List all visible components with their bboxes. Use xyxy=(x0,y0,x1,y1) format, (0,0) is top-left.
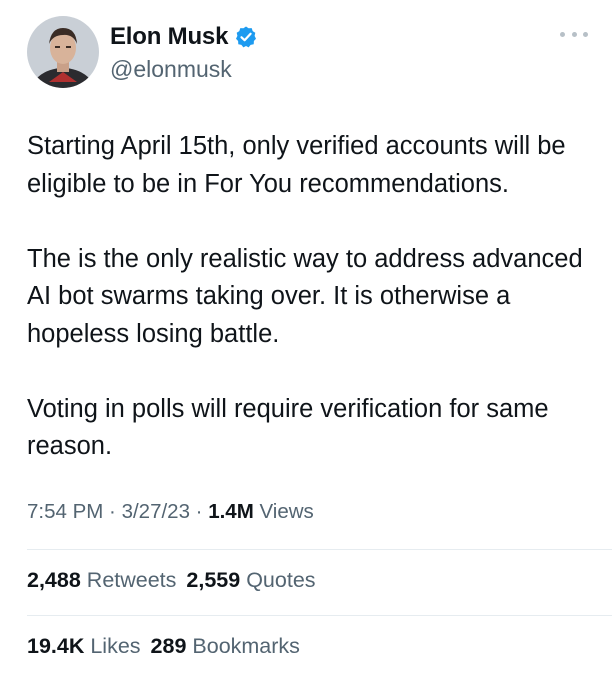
username-handle[interactable]: @elonmusk xyxy=(110,56,258,83)
quotes-link[interactable]: 2,559 Quotes xyxy=(186,568,315,592)
tweet-time[interactable]: 7:54 PM xyxy=(27,500,103,523)
author-info: Elon Musk @elonmusk xyxy=(110,22,258,83)
likes-link[interactable]: 19.4K Likes xyxy=(27,634,141,658)
divider xyxy=(27,549,612,550)
more-options-icon[interactable] xyxy=(560,26,588,42)
likes-count: 19.4K xyxy=(27,634,85,658)
avatar[interactable] xyxy=(27,16,99,88)
verified-badge-icon[interactable] xyxy=(234,25,258,49)
likes-label: Likes xyxy=(84,634,141,658)
quotes-label: Quotes xyxy=(240,568,316,592)
tweet-text: Starting April 15th, only verified accou… xyxy=(27,128,599,466)
more-dot xyxy=(583,31,588,37)
meta-separator: · xyxy=(103,500,122,523)
bookmarks-label: Bookmarks xyxy=(186,634,300,658)
name-row: Elon Musk xyxy=(110,22,258,52)
display-name[interactable]: Elon Musk xyxy=(110,23,228,51)
bookmarks-count: 289 xyxy=(150,634,187,658)
more-dot xyxy=(560,31,565,37)
meta-separator: · xyxy=(189,500,209,523)
tweet-paragraph: The is the only realistic way to address… xyxy=(27,244,583,348)
avatar-image xyxy=(27,16,99,88)
retweets-label: Retweets xyxy=(80,568,177,592)
likes-bookmarks-stats: 19.4K Likes 289 Bookmarks xyxy=(27,634,300,659)
tweet-paragraph: Voting in polls will require verificatio… xyxy=(27,394,549,461)
retweets-link[interactable]: 2,488 Retweets xyxy=(27,568,176,592)
tweet-paragraph: Starting April 15th, only verified accou… xyxy=(27,132,566,198)
tweet-date[interactable]: 3/27/23 xyxy=(122,500,190,523)
bookmarks-link[interactable]: 289 Bookmarks xyxy=(151,634,300,658)
retweet-quote-stats: 2,488 Retweets 2,559 Quotes xyxy=(27,568,316,593)
views-count: 1.4M xyxy=(208,500,254,523)
views-label: Views xyxy=(253,500,314,523)
more-dot xyxy=(571,31,577,37)
divider xyxy=(27,615,612,616)
quotes-count: 2,559 xyxy=(186,568,241,592)
tweet-meta: 7:54 PM · 3/27/23 · 1.4M Views xyxy=(27,500,314,524)
tweet-card: Elon Musk @elonmusk Starting April 15th,… xyxy=(0,0,612,680)
retweets-count: 2,488 xyxy=(27,568,81,592)
